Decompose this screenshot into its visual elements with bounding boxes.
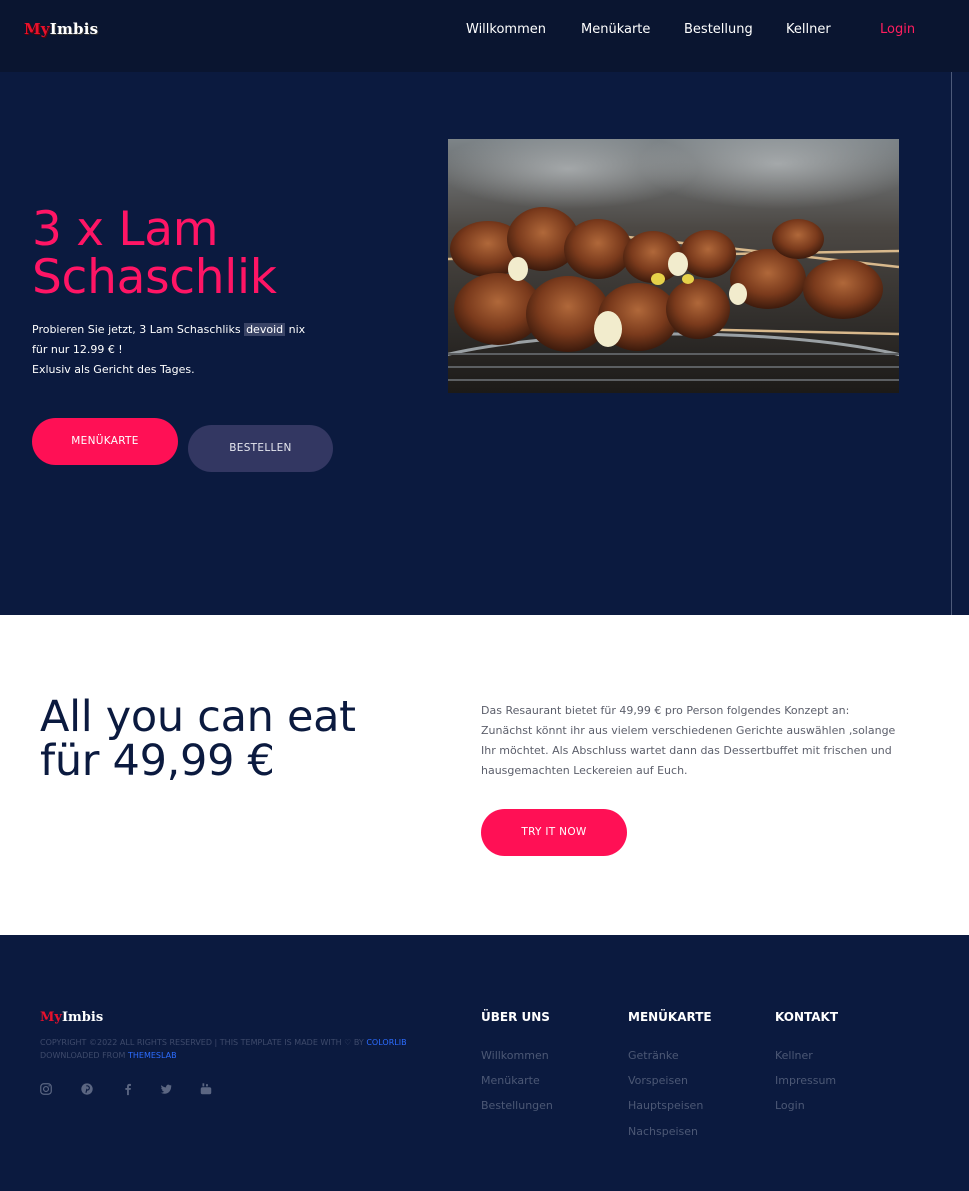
- brand-logo-imbis: Imbis: [49, 20, 99, 38]
- hero-line1-pre: Probieren Sie jetzt, 3 Lam Schaschliks: [32, 323, 245, 336]
- footer-brand-logo[interactable]: MyImbis: [40, 1010, 103, 1025]
- offer-description: Das Resaurant bietet für 49,99 € pro Per…: [481, 704, 896, 777]
- hero-title: 3 x Lam Schaschlik: [32, 202, 277, 305]
- twitter-icon[interactable]: [159, 1081, 175, 1097]
- footer-link-kellner[interactable]: Kellner: [775, 1049, 813, 1062]
- footer-link-bestellungen[interactable]: Bestellungen: [481, 1099, 553, 1112]
- offer-title-line1: All you can eat: [40, 692, 356, 742]
- navbar: MyImbis Willkommen Menükarte Bestellung …: [0, 0, 969, 72]
- hero-line1-highlight: devoid: [244, 323, 286, 336]
- hero-description: Probieren Sie jetzt, 3 Lam Schaschliks d…: [32, 320, 352, 380]
- colorlib-link[interactable]: COLORLIB: [366, 1038, 406, 1047]
- themeslab-link[interactable]: THEMESLAB: [128, 1051, 177, 1060]
- youtube-icon[interactable]: [199, 1081, 215, 1097]
- try-it-now-button[interactable]: TRY IT NOW: [481, 809, 627, 856]
- footer-brand-my: My: [40, 1010, 62, 1025]
- nav-item-menuekarte[interactable]: Menükarte: [581, 22, 650, 37]
- instagram-icon[interactable]: [39, 1081, 55, 1097]
- nav-item-bestellung[interactable]: Bestellung: [684, 22, 753, 37]
- hero-line2: für nur 12.99 € !: [32, 343, 123, 356]
- nav-item-willkommen[interactable]: Willkommen: [466, 22, 546, 37]
- menu-button[interactable]: MENÜKARTE: [32, 418, 178, 465]
- hero-image-grilled-skewers: [448, 139, 899, 393]
- facebook-icon[interactable]: [121, 1081, 137, 1097]
- footer-link-nachspeisen[interactable]: Nachspeisen: [628, 1125, 698, 1138]
- footer-link-menuekarte[interactable]: Menükarte: [481, 1074, 540, 1087]
- footer-brand-imbis: Imbis: [61, 1010, 104, 1025]
- footer-link-login[interactable]: Login: [775, 1099, 805, 1112]
- footer-link-vorspeisen[interactable]: Vorspeisen: [628, 1074, 688, 1087]
- offer-title-line2: für 49,99 €: [40, 736, 275, 786]
- footer-link-impressum[interactable]: Impressum: [775, 1074, 836, 1087]
- copyright-text: COPYRIGHT ©2022 ALL RIGHTS RESERVED | TH…: [40, 1036, 460, 1062]
- brand-logo[interactable]: MyImbis: [24, 20, 98, 38]
- copyright-line2: DOWNLOADED FROM: [40, 1051, 128, 1060]
- footer-heading-ueber-uns: ÜBER UNS: [481, 1010, 550, 1024]
- footer: MyImbis COPYRIGHT ©2022 ALL RIGHTS RESER…: [0, 935, 969, 1191]
- nav-login-link[interactable]: Login: [880, 22, 915, 37]
- hero-slider: 3 x Lam Schaschlik Probieren Sie jetzt, …: [0, 72, 969, 660]
- scrollbar-track[interactable]: [951, 72, 952, 615]
- footer-heading-menuekarte: MENÜKARTE: [628, 1010, 712, 1024]
- offer-section: All you can eat für 49,99 € Das Resauran…: [0, 615, 969, 935]
- footer-link-getraenke[interactable]: Getränke: [628, 1049, 679, 1062]
- order-button[interactable]: BESTELLEN: [188, 425, 333, 472]
- brand-logo-my: My: [24, 20, 50, 38]
- offer-title: All you can eat für 49,99 €: [40, 695, 440, 783]
- footer-link-willkommen[interactable]: Willkommen: [481, 1049, 549, 1062]
- pinterest-icon[interactable]: [80, 1081, 96, 1097]
- hero-line1-post: nix: [285, 323, 306, 336]
- footer-link-hauptspeisen[interactable]: Hauptspeisen: [628, 1099, 703, 1112]
- hero-line3: Exlusiv als Gericht des Tages.: [32, 363, 195, 376]
- copyright-line1: COPYRIGHT ©2022 ALL RIGHTS RESERVED | TH…: [40, 1038, 367, 1047]
- nav-item-kellner[interactable]: Kellner: [786, 22, 831, 37]
- footer-heading-kontakt: KONTAKT: [775, 1010, 839, 1024]
